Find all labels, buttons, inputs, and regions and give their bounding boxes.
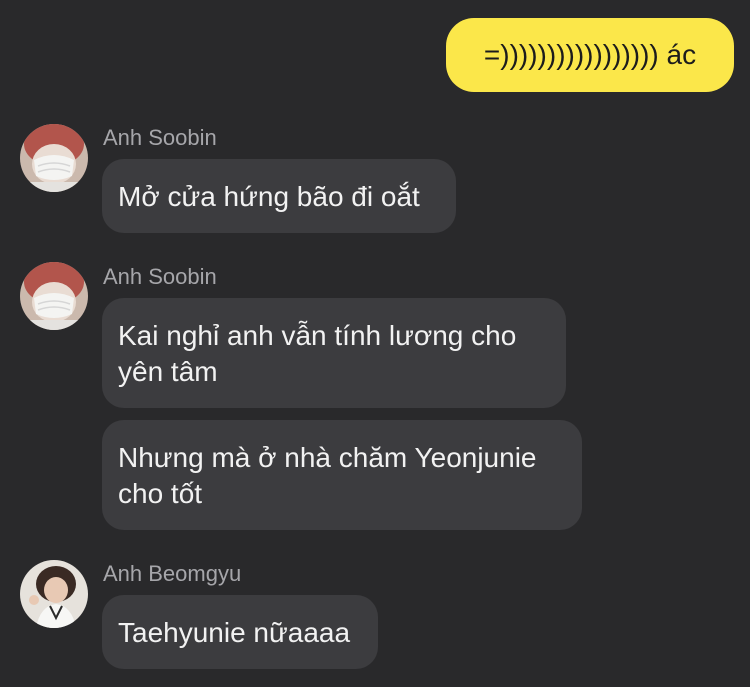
soobin-avatar-image xyxy=(20,124,88,192)
soobin-avatar[interactable] xyxy=(20,124,88,192)
incoming-message-bubble[interactable]: Taehyunie nữaaaa xyxy=(102,595,378,669)
outgoing-message-bubble[interactable]: =))))))))))))))))) ác xyxy=(446,18,734,92)
sender-name: Anh Soobin xyxy=(103,264,217,289)
incoming-message-text: Mở cửa hứng bão đi oắt xyxy=(118,181,420,212)
incoming-message-text: Taehyunie nữaaaa xyxy=(118,617,351,648)
outgoing-message-text: =))))))))))))))))) ác xyxy=(483,39,697,70)
soobin-avatar-image xyxy=(20,262,88,330)
chat-thread: =))))))))))))))))) ác Anh Soobin Mở cửa … xyxy=(0,0,750,687)
sender-name: Anh Beomgyu xyxy=(103,561,242,586)
sender-name: Anh Soobin xyxy=(103,125,217,150)
beomgyu-avatar-image xyxy=(20,560,88,628)
incoming-message-text: Nhưng mà ở nhà chăm Yeonjunie cho tốt xyxy=(118,442,537,509)
soobin-avatar[interactable] xyxy=(20,262,88,330)
incoming-message-bubble[interactable]: Kai nghỉ anh vẫn tính lương cho yên tâm xyxy=(102,298,566,408)
incoming-message-bubble[interactable]: Mở cửa hứng bão đi oắt xyxy=(102,159,456,233)
incoming-message-bubble[interactable]: Nhưng mà ở nhà chăm Yeonjunie cho tốt xyxy=(102,420,582,530)
incoming-message-text: Kai nghỉ anh vẫn tính lương cho yên tâm xyxy=(118,320,517,387)
beomgyu-avatar[interactable] xyxy=(20,560,88,628)
